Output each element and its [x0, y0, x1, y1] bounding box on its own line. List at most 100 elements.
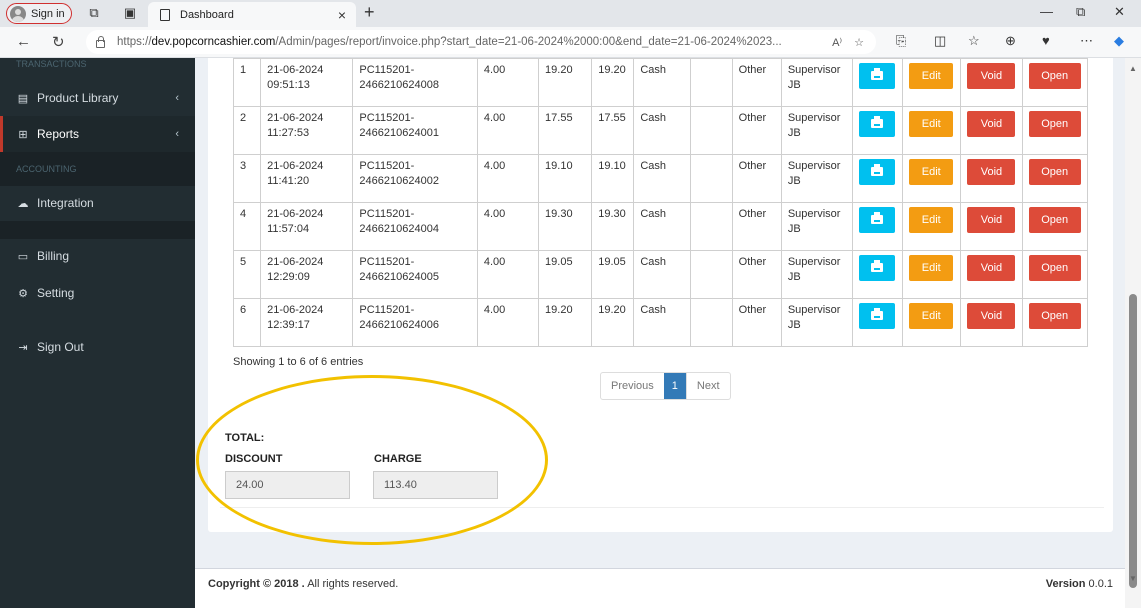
- edit-button[interactable]: Edit: [909, 111, 954, 137]
- table-cell: 19.20: [591, 58, 635, 107]
- table-cell: [852, 250, 904, 299]
- open-button[interactable]: Open: [1028, 255, 1081, 281]
- table-cell: 19.20: [591, 298, 635, 347]
- tab-actions-icon[interactable]: ▣: [122, 5, 138, 21]
- print-button[interactable]: [859, 255, 896, 281]
- total-value: 19.30: [545, 208, 573, 220]
- open-button[interactable]: Open: [1028, 111, 1081, 137]
- extensions-icon[interactable]: ⎘: [896, 33, 906, 49]
- open-button[interactable]: Open: [1028, 63, 1081, 89]
- restore-icon[interactable]: ⧉: [1076, 4, 1085, 20]
- sidebar-item-reports[interactable]: ⊞ Reports ‹: [0, 116, 195, 152]
- table-cell: 19.05: [538, 250, 593, 299]
- table-cell: Void: [960, 106, 1023, 155]
- sign-in-button[interactable]: Sign in: [6, 3, 72, 24]
- table-cell: 21-06-2024 12:29:09: [260, 250, 354, 299]
- edit-button[interactable]: Edit: [909, 303, 954, 329]
- open-button[interactable]: Open: [1028, 159, 1081, 185]
- print-button[interactable]: [859, 63, 896, 89]
- print-icon: [871, 68, 884, 80]
- favorites-icon[interactable]: ☆: [968, 33, 980, 49]
- page-scrollbar[interactable]: ▲ ▼: [1125, 58, 1141, 608]
- total-value: 17.55: [545, 112, 573, 124]
- sidebar-item-label: Sign Out: [37, 340, 84, 354]
- minimize-icon[interactable]: —: [1040, 4, 1053, 19]
- table-cell: Other: [731, 58, 782, 107]
- scroll-down-icon[interactable]: ▼: [1129, 574, 1137, 583]
- split-screen-icon[interactable]: ◫: [934, 33, 946, 49]
- read-aloud-icon[interactable]: A⁾: [832, 36, 842, 49]
- previous-button[interactable]: Previous: [601, 373, 664, 399]
- favorite-star-icon[interactable]: ☆: [854, 36, 864, 49]
- pagination: Previous 1 Next: [600, 372, 731, 400]
- more-menu-icon[interactable]: ⋯: [1080, 33, 1093, 49]
- tab-title: Dashboard: [180, 8, 234, 21]
- payment-method: Cash: [640, 160, 667, 172]
- browser-tab-bar: Sign in ⧉ ▣ Dashboard × + — ⧉ ✕: [0, 0, 1141, 27]
- sidebar-item-label: Billing: [37, 249, 70, 263]
- close-tab-icon[interactable]: ×: [338, 7, 346, 23]
- close-window-icon[interactable]: ✕: [1114, 4, 1125, 20]
- edit-button[interactable]: Edit: [909, 159, 954, 185]
- browser-essentials-icon[interactable]: ♥: [1042, 33, 1050, 48]
- order-type: Other: [738, 304, 767, 316]
- next-button[interactable]: Next: [685, 373, 730, 399]
- collections-icon[interactable]: ⊕: [1005, 33, 1016, 49]
- print-button[interactable]: [859, 207, 896, 233]
- discount-value: 4.00: [483, 64, 506, 76]
- tab-dashboard[interactable]: Dashboard ×: [148, 2, 356, 27]
- table-cell: [689, 250, 733, 299]
- invoice-time: 12:29:09: [267, 271, 310, 283]
- table-cell: 3: [232, 154, 262, 203]
- workspaces-icon[interactable]: ⧉: [86, 5, 102, 21]
- table-cell: Void: [960, 58, 1023, 107]
- row-number: 3: [240, 160, 247, 172]
- page-1-button[interactable]: 1: [663, 373, 686, 399]
- table-cell: Open: [1021, 154, 1089, 203]
- print-button[interactable]: [859, 159, 896, 185]
- void-button[interactable]: Void: [967, 159, 1016, 185]
- print-button[interactable]: [859, 111, 896, 137]
- page-footer: Copyright © 2018 . All rights reserved. …: [195, 568, 1125, 608]
- sidebar-item-billing[interactable]: ▭ Billing: [0, 238, 195, 274]
- open-button[interactable]: Open: [1028, 303, 1081, 329]
- sidebar-item-product-library[interactable]: ▤ Product Library ‹: [0, 80, 195, 116]
- copilot-icon[interactable]: ◆: [1114, 33, 1124, 49]
- scrollbar-thumb[interactable]: [1129, 294, 1137, 588]
- payment-method: Cash: [640, 64, 667, 76]
- scroll-up-icon[interactable]: ▲: [1129, 64, 1137, 73]
- row-number: 1: [240, 64, 247, 76]
- void-button[interactable]: Void: [967, 111, 1016, 137]
- table-cell: Edit: [902, 202, 962, 251]
- back-icon[interactable]: ←: [16, 33, 31, 50]
- table-cell: Open: [1021, 58, 1089, 107]
- edit-button[interactable]: Edit: [909, 63, 954, 89]
- open-button[interactable]: Open: [1028, 207, 1081, 233]
- edit-button[interactable]: Edit: [909, 255, 954, 281]
- sidebar-item-integration[interactable]: ☁ Integration: [0, 185, 195, 221]
- payment-method: Cash: [640, 112, 667, 124]
- table-cell: Cash: [633, 298, 691, 347]
- void-button[interactable]: Void: [967, 207, 1016, 233]
- void-button[interactable]: Void: [967, 63, 1016, 89]
- invoice-number: 2466210624008: [359, 79, 439, 91]
- order-type: Other: [738, 256, 767, 268]
- table-cell: Open: [1021, 106, 1089, 155]
- table-cell: PC115201- 2466210624004: [352, 202, 478, 251]
- table-cell: 4: [232, 202, 262, 251]
- refresh-icon[interactable]: ↻: [52, 33, 65, 51]
- void-button[interactable]: Void: [967, 255, 1016, 281]
- sidebar-item-setting[interactable]: ⚙ Setting: [0, 275, 195, 311]
- new-tab-button[interactable]: +: [364, 2, 375, 23]
- edit-button[interactable]: Edit: [909, 207, 954, 233]
- print-button[interactable]: [859, 303, 896, 329]
- sidebar-item-sign-out[interactable]: ⇥ Sign Out: [0, 329, 195, 365]
- url-field[interactable]: https://dev.popcorncashier.com/Admin/pag…: [86, 30, 876, 54]
- invoice-date: 21-06-2024: [267, 160, 324, 172]
- table-cell: 4.00: [476, 298, 540, 347]
- page-icon: [160, 8, 170, 21]
- cashier-initials: JB: [787, 319, 801, 331]
- void-button[interactable]: Void: [967, 303, 1016, 329]
- invoice-time: 09:51:13: [267, 79, 310, 91]
- table-cell: Other: [731, 298, 782, 347]
